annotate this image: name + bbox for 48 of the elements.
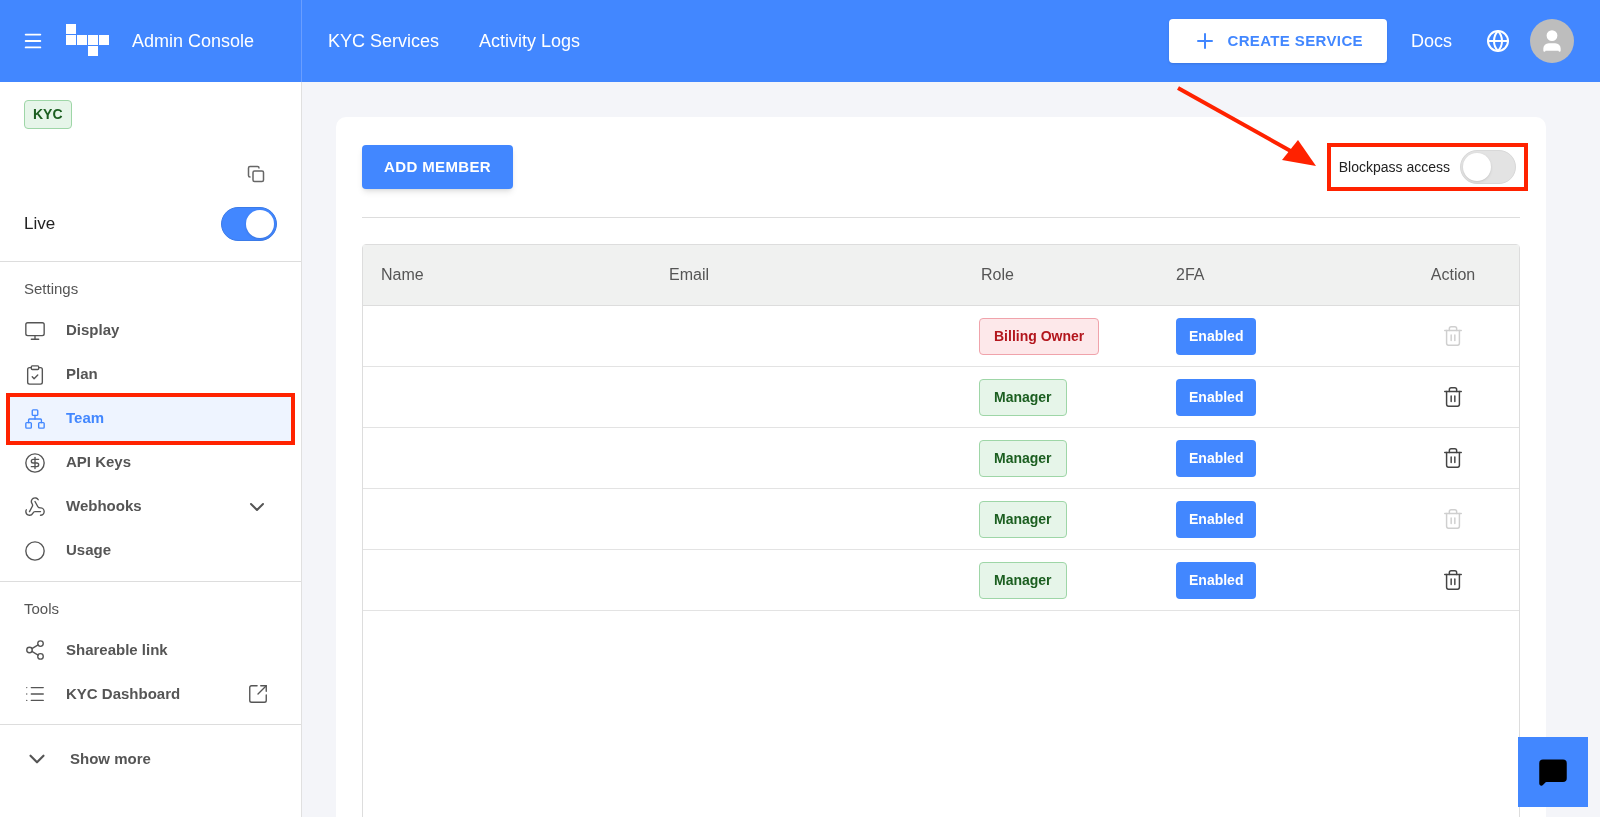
sidebar-item[interactable]: Webhooks [10, 484, 291, 529]
sidebar-item[interactable]: Plan [10, 352, 291, 397]
two-factor-tag: Enabled [1176, 561, 1257, 599]
role-tag: Manager [979, 439, 1067, 477]
column-header: Action [1429, 265, 1477, 285]
logo-icon [66, 24, 110, 58]
webhook-icon [24, 495, 46, 518]
hierarchy-icon [24, 407, 46, 430]
role-tag: Manager [979, 378, 1067, 416]
clipboard-icon [24, 363, 46, 386]
sidebar-item[interactable]: API Keys [10, 440, 291, 485]
live-toggle[interactable] [221, 207, 277, 241]
sidebar-item[interactable]: Shareable link [10, 628, 291, 672]
two-factor-tag: Enabled [1176, 500, 1257, 538]
role-tag: Billing Owner [979, 317, 1100, 355]
share-icon [24, 639, 46, 661]
show-more-item[interactable]: Show more [0, 725, 301, 793]
chat-bubble-icon [1538, 757, 1568, 787]
sidebar-item[interactable]: KYC Dashboard [10, 672, 291, 716]
section-title: Settings [23, 279, 80, 299]
sidebar-item[interactable]: Usage [10, 528, 291, 573]
column-header: Role [980, 265, 1015, 285]
app-title: Admin Console [132, 29, 255, 53]
role-tag: Manager [979, 500, 1067, 538]
live-label: Live [24, 213, 56, 236]
section-title: Tools [23, 598, 61, 619]
column-header: 2FA [1176, 265, 1206, 285]
column-header: Email [669, 265, 710, 285]
coin-icon [24, 451, 46, 474]
trash-icon[interactable] [1442, 447, 1464, 469]
copy-icon[interactable] [247, 165, 265, 183]
circle-icon [24, 539, 46, 562]
trash-icon[interactable] [1442, 569, 1464, 591]
two-factor-tag: Enabled [1176, 317, 1257, 355]
role-tag: Manager [979, 561, 1067, 599]
chat-button[interactable] [1518, 737, 1588, 807]
two-factor-tag: Enabled [1176, 439, 1257, 477]
globe-icon[interactable] [1486, 29, 1510, 53]
kyc-tag: KYC [24, 100, 72, 129]
external-link-icon[interactable] [247, 683, 269, 705]
column-header: Name [380, 265, 425, 285]
two-factor-tag: Enabled [1176, 378, 1257, 416]
monitor-icon [24, 319, 46, 342]
trash-icon[interactable] [1442, 386, 1464, 408]
blockpass-access-control: Blockpass access [1326, 143, 1528, 191]
sidebar-item[interactable]: Display [10, 308, 291, 353]
avatar[interactable] [1530, 19, 1574, 63]
blockpass-toggle[interactable] [1460, 150, 1516, 184]
